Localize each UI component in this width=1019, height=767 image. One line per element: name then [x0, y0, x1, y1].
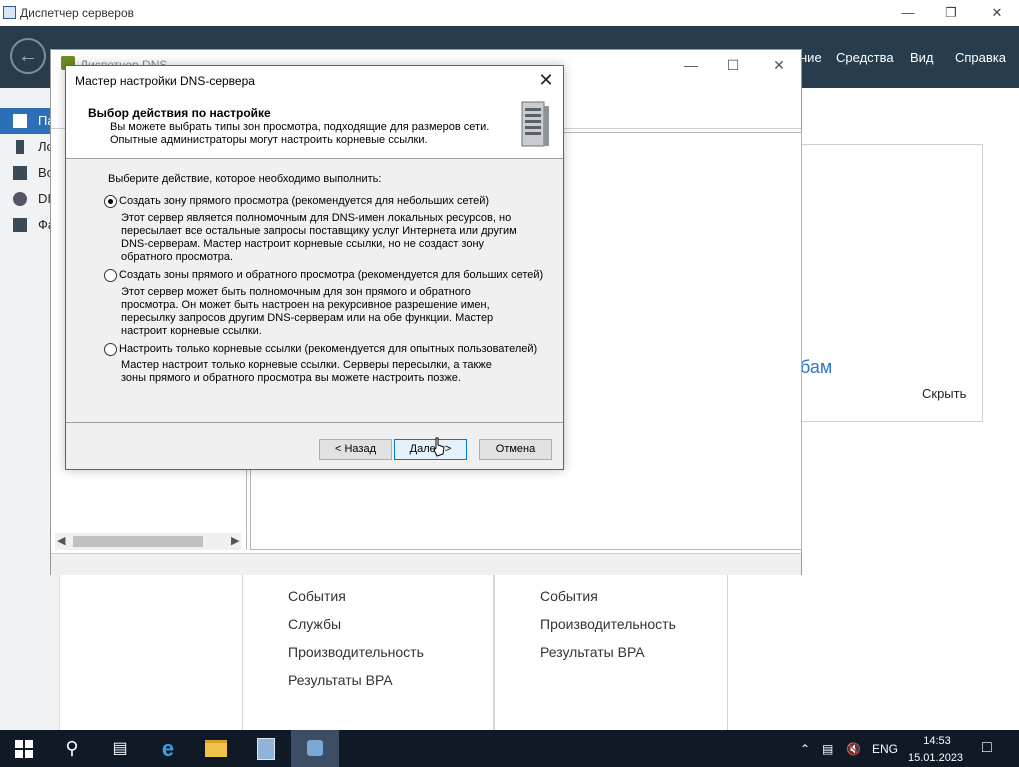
desc-line: Этот сервер является полномочным для DNS…	[121, 212, 512, 224]
tile-local-server: События Службы Производительность Резуль…	[242, 575, 494, 730]
option-desc-forward-zone: Этот сервер является полномочным для DNS…	[121, 212, 541, 264]
back-button[interactable]: < Назад	[319, 439, 392, 460]
dns-icon	[13, 192, 27, 206]
desc-line: DNS-серверам. Мастер настроит корневые с…	[121, 238, 485, 250]
radio-root-hints-only[interactable]	[104, 343, 117, 356]
windows-logo-icon	[15, 740, 33, 758]
desc-line: пересылает все остальные запросы поставщ…	[121, 225, 517, 237]
desc-line: настроит корневые ссылки.	[121, 325, 262, 337]
desc-line: Мастер настроит только корневые ссылки. …	[121, 359, 492, 371]
horizontal-scrollbar[interactable]: ◀ ▶	[55, 533, 241, 550]
tile-item-bpa[interactable]: Результаты BPA	[288, 672, 393, 688]
network-icon[interactable]: ▤	[822, 742, 833, 756]
tray-chevron-icon[interactable]: ⌃	[800, 742, 810, 756]
minimize-icon[interactable]: —	[893, 3, 923, 23]
dns-config-wizard: Мастер настройки DNS-сервера ✕ Выбор дей…	[65, 65, 564, 470]
menu-view[interactable]: Вид	[910, 50, 934, 65]
server-icon	[16, 140, 24, 154]
start-button[interactable]	[0, 730, 48, 767]
file-explorer-icon[interactable]	[192, 730, 240, 767]
welcome-card	[800, 144, 983, 422]
volume-muted-icon[interactable]: 🔇	[846, 742, 861, 756]
wizard-titlebar: Мастер настройки DNS-сервера ✕	[66, 66, 563, 95]
option-desc-root-hints-only: Мастер настроит только корневые ссылки. …	[121, 359, 541, 385]
dns-status-bar	[51, 553, 801, 575]
scrollbar-thumb[interactable]	[73, 536, 203, 547]
task-view-icon[interactable]: ▤	[96, 730, 144, 767]
server-tower-icon	[521, 101, 549, 147]
desc-line: обратного просмотра.	[121, 251, 234, 263]
minimize-icon[interactable]: —	[677, 55, 705, 75]
dashboard-icon	[13, 114, 27, 128]
clock-date[interactable]: 15.01.2023	[908, 752, 963, 764]
file-services-icon	[13, 218, 27, 232]
close-icon[interactable]: ✕	[534, 69, 558, 91]
desc-line: зоны прямого и обратного просмотра вы мо…	[121, 372, 461, 384]
wizard-header: Выбор действия по настройке Вы можете вы…	[66, 95, 563, 159]
restore-icon[interactable]: ❐	[936, 3, 966, 23]
tile-item-services[interactable]: Службы	[288, 616, 341, 632]
radio-selected-dot	[108, 199, 113, 204]
server-manager-taskbar-icon[interactable]	[242, 730, 290, 767]
maximize-icon[interactable]: ☐	[719, 55, 747, 75]
option-desc-forward-reverse-zones: Этот сервер может быть полномочным для з…	[121, 286, 541, 338]
back-arrow-icon[interactable]: ←	[10, 38, 46, 74]
search-icon[interactable]: ⚲	[48, 730, 96, 767]
wizard-separator	[66, 422, 563, 423]
radio-forward-reverse-zones[interactable]	[104, 269, 117, 282]
wizard-subtitle: Вы можете выбрать типы зон просмотра, по…	[110, 121, 490, 133]
clock-time[interactable]: 14:53	[922, 735, 952, 747]
desc-line: просмотра. Он может быть настроен на рек…	[121, 299, 490, 311]
cancel-button[interactable]: Отмена	[479, 439, 552, 460]
scroll-left-icon[interactable]: ◀	[57, 534, 65, 547]
option-label-forward-reverse-zones[interactable]: Создать зоны прямого и обратного просмот…	[119, 269, 543, 281]
server-manager-titlebar: Диспетчер серверов — ❐ ✕	[0, 0, 1019, 26]
wizard-title: Мастер настройки DNS-сервера	[75, 74, 255, 88]
close-icon[interactable]: ✕	[765, 55, 793, 75]
dns-manager-taskbar-icon[interactable]	[291, 730, 339, 767]
menu-manage[interactable]: ние	[800, 50, 822, 65]
desc-line: Этот сервер может быть полномочным для з…	[121, 286, 471, 298]
tile-item-events[interactable]: События	[540, 588, 598, 604]
servers-icon	[13, 166, 27, 180]
menu-tools[interactable]: Средства	[836, 50, 894, 65]
close-icon[interactable]: ✕	[982, 3, 1012, 23]
tile-item-performance[interactable]: Производительность	[288, 644, 424, 660]
server-manager-logo-icon	[3, 6, 16, 19]
next-button[interactable]: Далее >	[394, 439, 467, 460]
card-link[interactable]: бам	[800, 357, 832, 378]
hide-link[interactable]: Скрыть	[922, 386, 966, 401]
wizard-prompt: Выберите действие, которое необходимо вы…	[108, 173, 382, 185]
wizard-subtitle: Опытные администраторы могут настроить к…	[110, 134, 428, 146]
scroll-right-icon[interactable]: ▶	[231, 534, 239, 547]
mouse-cursor-icon	[433, 437, 445, 457]
tile-all-servers: События Производительность Результаты BP…	[494, 575, 728, 730]
radio-forward-zone[interactable]	[104, 195, 117, 208]
wizard-heading: Выбор действия по настройке	[88, 106, 271, 120]
notifications-icon[interactable]: □	[982, 739, 992, 757]
internet-explorer-icon[interactable]: e	[144, 730, 192, 767]
server-manager-title: Диспетчер серверов	[20, 6, 135, 20]
option-label-forward-zone[interactable]: Создать зону прямого просмотра (рекоменд…	[119, 195, 489, 207]
menu-help[interactable]: Справка	[955, 50, 1006, 65]
tile-item-events[interactable]: События	[288, 588, 346, 604]
language-indicator[interactable]: ENG	[872, 742, 898, 756]
desc-line: пересылку запросов другим DNS-серверам и…	[121, 312, 494, 324]
option-label-root-hints-only[interactable]: Настроить только корневые ссылки (рекоме…	[119, 343, 537, 355]
tile-item-bpa[interactable]: Результаты BPA	[540, 644, 645, 660]
tile-item-performance[interactable]: Производительность	[540, 616, 676, 632]
